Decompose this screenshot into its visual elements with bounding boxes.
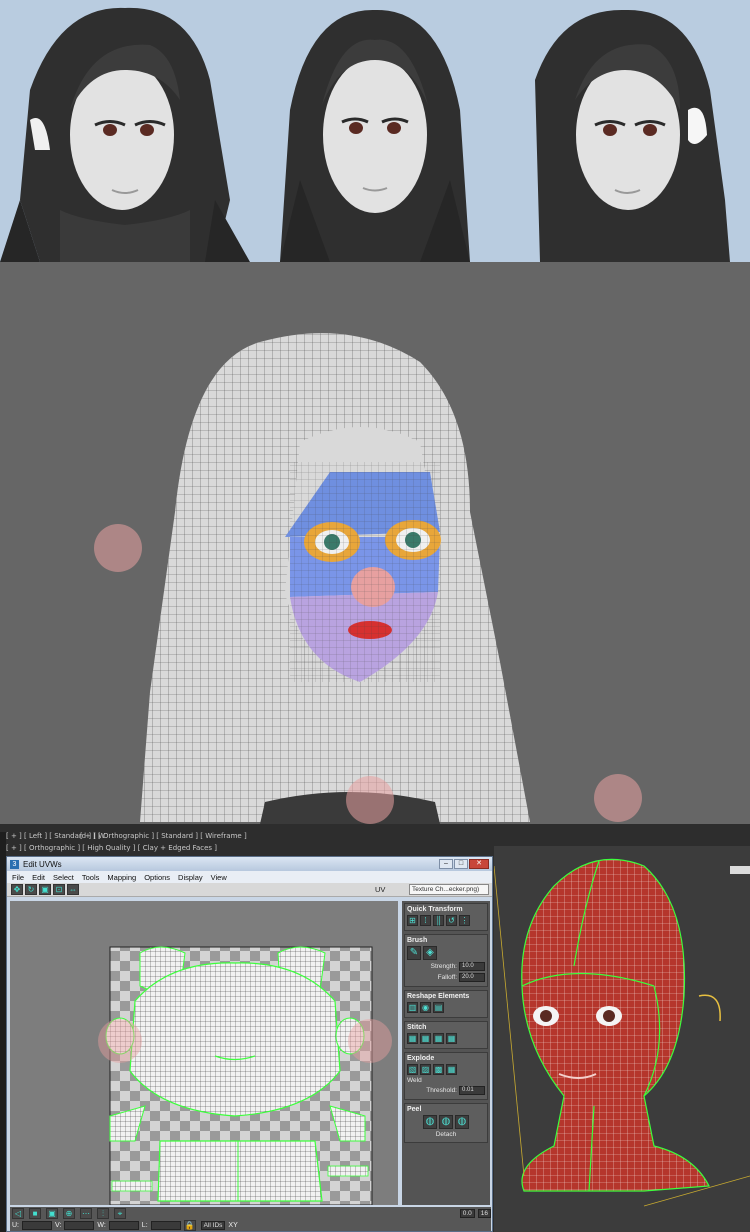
brush-icon[interactable]: ✎ — [407, 946, 421, 960]
stitch-title[interactable]: Stitch — [407, 1024, 426, 1031]
explode-icon[interactable]: ▦ — [446, 1064, 457, 1075]
viewport-label-second[interactable]: [ + ] [ Orthographic ] [ High Quality ] … — [6, 844, 217, 852]
edit-uvws-window[interactable]: 3 Edit UVWs – □ ✕ File Edit Select Tools… — [6, 856, 493, 1232]
quick-peel-icon[interactable]: ◍ — [423, 1115, 437, 1129]
scale-icon[interactable]: ▣ — [39, 884, 51, 895]
threshold-label: Threshold: — [426, 1087, 457, 1094]
pin-icon[interactable]: ⌖ — [114, 1207, 126, 1219]
rollout-explode: Explode ▧ ▨ ▩ ▦ Weld Threshold: 0.01 — [404, 1052, 488, 1100]
zoom-spinner[interactable]: 0.0 — [459, 1208, 475, 1218]
menu-file[interactable]: File — [12, 873, 24, 882]
uv-canvas[interactable] — [10, 901, 398, 1205]
menu-options[interactable]: Options — [144, 873, 170, 882]
lscm-icon[interactable]: ◍ — [455, 1115, 469, 1129]
loop-icon[interactable]: ⋯ — [80, 1207, 92, 1219]
render-right-view — [500, 0, 750, 262]
rollout-stitch: Stitch ▦ ▦ ▦ ▦ — [404, 1021, 488, 1049]
uv-label[interactable]: UV — [375, 885, 385, 894]
grow-icon[interactable]: ⊕ — [63, 1207, 75, 1219]
strength-label: Strength: — [430, 963, 457, 970]
rollout-panel: Quick Transform ⊞ ⁞ ║ ↺ ⋮ Brush ✎ ◈ Stre… — [402, 901, 490, 1205]
rollout-brush: Brush ✎ ◈ Strength: 10.0 Falloff: 20.0 — [404, 934, 488, 987]
straighten-icon[interactable]: ▥ — [407, 1002, 418, 1013]
menu-view[interactable]: View — [211, 873, 227, 882]
align-icon[interactable]: ⊞ — [407, 915, 418, 926]
peel-title[interactable]: Peel — [407, 1106, 421, 1113]
minimize-button[interactable]: – — [439, 859, 453, 869]
window-titlebar[interactable]: 3 Edit UVWs – □ ✕ — [7, 857, 492, 871]
relax-brush-icon[interactable]: ◈ — [423, 946, 437, 960]
viewport-label-mid[interactable]: [ + ] [ Orthographic ] [ Standard ] [ Wi… — [80, 832, 247, 840]
editor-area: [ + ] [ Left ] [ Standard ] [ W [ + ] [ … — [0, 824, 750, 1232]
face-mode-icon[interactable]: ▣ — [46, 1207, 58, 1219]
flatten-icon[interactable]: ▩ — [433, 1064, 444, 1075]
pelt-map-icon[interactable]: ◍ — [439, 1115, 453, 1129]
perspective-viewport[interactable] — [493, 846, 750, 1232]
edge-mode-icon[interactable]: ■ — [29, 1207, 41, 1219]
stitch-custom-icon[interactable]: ▦ — [407, 1033, 418, 1044]
break-icon[interactable]: ▧ — [407, 1064, 418, 1075]
u-label: U: — [12, 1221, 19, 1229]
xy-label[interactable]: XY — [228, 1222, 237, 1229]
stitch-avg-icon[interactable]: ▦ — [433, 1033, 444, 1044]
render-front-view — [250, 0, 500, 262]
window-title: Edit UVWs — [23, 859, 62, 869]
falloff-label: Falloff: — [437, 974, 457, 981]
lock-icon[interactable]: 🔒 — [183, 1219, 196, 1231]
ring-icon[interactable]: ⫶ — [97, 1207, 109, 1219]
rollout-reshape: Reshape Elements ▥ ◉ ▤ — [404, 990, 488, 1018]
menu-tools[interactable]: Tools — [82, 873, 100, 882]
rotate-icon[interactable]: ↻ — [25, 884, 37, 895]
w-field[interactable] — [108, 1220, 139, 1230]
weld-label: Weld — [407, 1077, 422, 1084]
render-left-view — [0, 0, 250, 262]
relax-icon[interactable]: ◉ — [420, 1002, 431, 1013]
rollout-quick-transform: Quick Transform ⊞ ⁞ ║ ↺ ⋮ — [404, 903, 488, 931]
close-button[interactable]: ✕ — [469, 859, 489, 869]
app-icon: 3 — [10, 859, 19, 869]
grid-spinner[interactable]: 16 — [477, 1208, 491, 1218]
menu-display[interactable]: Display — [178, 873, 203, 882]
texture-dropdown[interactable]: Texture Ch...ecker.png) — [409, 884, 489, 895]
falloff-spinner[interactable]: 20.0 — [459, 973, 485, 982]
explode-title[interactable]: Explode — [407, 1055, 434, 1062]
l-field[interactable] — [150, 1220, 181, 1230]
detach-label[interactable]: Detach — [436, 1131, 457, 1138]
menu-edit[interactable]: Edit — [32, 873, 45, 882]
uvw-bottom-bar: ◁ ■ ▣ ⊕ ⋯ ⫶ ⌖ 0.0 16 U: V: W: L: 🔒 All I… — [10, 1207, 491, 1231]
cube-icon[interactable]: ▤ — [433, 1002, 444, 1013]
uvw-toolbar: ✥ ↻ ▣ ⊡ ⇔ UV Texture Ch...ecker.png) — [7, 883, 492, 897]
strength-spinner[interactable]: 10.0 — [459, 962, 485, 971]
freeform-icon[interactable]: ⊡ — [53, 884, 65, 895]
mirror-icon[interactable]: ⇔ — [67, 884, 79, 895]
vertex-mode-icon[interactable]: ◁ — [12, 1207, 24, 1219]
render-strip — [0, 0, 750, 262]
move-icon[interactable]: ✥ — [11, 884, 23, 895]
quick-transform-title[interactable]: Quick Transform — [407, 906, 463, 913]
distribute-icon[interactable]: ⁞ — [420, 915, 431, 926]
menu-mapping[interactable]: Mapping — [107, 873, 136, 882]
align-vertical-icon[interactable]: ║ — [433, 915, 444, 926]
grid-align-icon[interactable]: ⋮ — [459, 915, 470, 926]
detach-icon[interactable]: ▨ — [420, 1064, 431, 1075]
v-field[interactable] — [64, 1220, 95, 1230]
l-label: L: — [141, 1221, 148, 1229]
threshold-spinner[interactable]: 0.01 — [459, 1086, 485, 1095]
w-label: W: — [97, 1221, 106, 1229]
stitch-source-icon[interactable]: ▦ — [420, 1033, 431, 1044]
maximize-button[interactable]: □ — [454, 859, 468, 869]
v-label: V: — [55, 1221, 62, 1229]
reshape-title[interactable]: Reshape Elements — [407, 993, 469, 1000]
wireframe-viewport[interactable] — [0, 262, 750, 824]
rollout-peel: Peel ◍ ◍ ◍ Detach — [404, 1103, 488, 1143]
brush-title[interactable]: Brush — [407, 937, 427, 944]
stitch-target-icon[interactable]: ▦ — [446, 1033, 457, 1044]
menu-select[interactable]: Select — [53, 873, 74, 882]
u-field[interactable] — [22, 1220, 52, 1230]
menu-bar: File Edit Select Tools Mapping Options D… — [7, 871, 492, 883]
rotate-icon[interactable]: ↺ — [446, 915, 457, 926]
ids-dropdown[interactable]: All IDs — [200, 1220, 226, 1230]
